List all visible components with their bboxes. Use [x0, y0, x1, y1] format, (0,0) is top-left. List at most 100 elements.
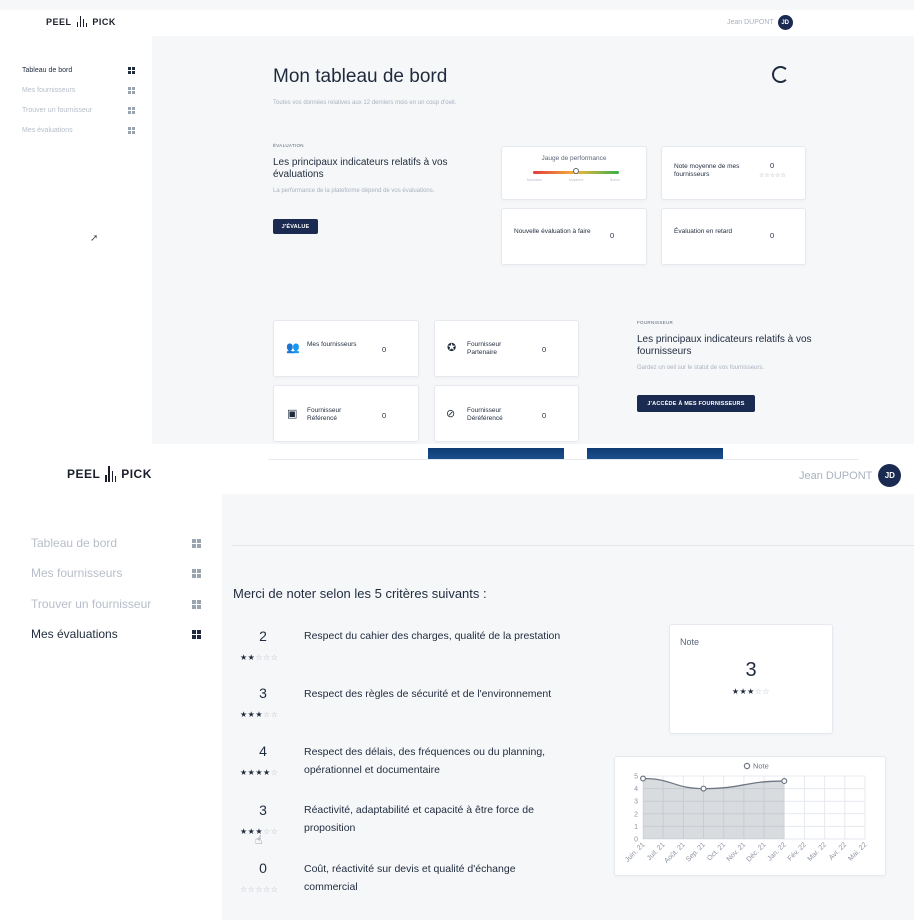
sidebar-item-mes-evaluations[interactable]: Mes évaluations: [31, 626, 201, 642]
kpi-note-moyenne[interactable]: Note moyenne de mes fournisseurs 0 ☆☆☆☆☆: [661, 146, 806, 200]
user-menu[interactable]: Jean DUPONT JD: [727, 15, 793, 30]
note-history-chart: 012345Juin. 21 Juil. 21Août. 21Sep. 21 Oct…: [624, 762, 868, 865]
criterion-text: Respect des délais, des fréquences ou du…: [304, 746, 546, 776]
kpi-label: Nouvelle évaluation à faire: [514, 228, 591, 235]
y-tick-label: 4: [634, 786, 638, 793]
dashboard-icon: [128, 126, 135, 134]
sidebar-item-tableau-de-bord[interactable]: Tableau de bord: [31, 535, 201, 551]
star-rating-input[interactable]: ★★★★☆: [240, 768, 302, 777]
access-suppliers-button[interactable]: J'ACCÈDE À MES FOURNISSEURS: [637, 395, 755, 412]
badge-icon: ✪: [447, 342, 457, 354]
gauge-scale-high: Bonne: [610, 178, 621, 182]
logo-mark-icon: [76, 16, 88, 27]
criterion-text: Coût, réactivité sur devis et qualité d'…: [304, 863, 516, 893]
note-chart-card: 0 1 2 3 4 5 Juin. 21 Juil. 21 Août. 21 Sep. 21 Oct…: [614, 756, 886, 876]
kpi-label: Note moyenne de mes fournisseurs: [674, 163, 740, 179]
x-tick-label: Fév. 22: [787, 841, 808, 862]
kpi-value: 0: [770, 231, 775, 240]
x-tick-label: Jan. 22: [766, 841, 787, 862]
dashboard-icon: [192, 629, 201, 639]
brand-logo[interactable]: PEEL PICK: [67, 466, 152, 482]
sidebar-item-mes-evaluations[interactable]: Mes évaluations: [22, 124, 135, 136]
y-tick-label: 1: [634, 824, 638, 831]
progress-bar: [428, 448, 564, 459]
criterion-score: 0: [259, 860, 267, 876]
star-rating-input[interactable]: ★★★☆☆: [240, 827, 302, 836]
supplier-card-value: 0: [382, 345, 387, 354]
y-tick-label: 2: [634, 811, 638, 818]
supplier-card-dereference[interactable]: ⊘ Fournisseur Déréférencé 0: [434, 385, 579, 442]
divider: [232, 545, 914, 546]
evaluation-screen: PEEL PICK Jean DUPONT JD Tableau de bord…: [0, 448, 914, 920]
supplier-card-reference[interactable]: ▣ Fournisseur Référencé 0: [273, 385, 419, 442]
logo-mark-icon: [105, 466, 117, 482]
evaluation-text: La performance de la plateforme dépend d…: [273, 188, 435, 194]
mouse-cursor-icon: ➚: [90, 233, 99, 244]
supplier-eyebrow: FOURNISSEUR: [637, 320, 674, 325]
evaluation-eyebrow: ÉVALUATION: [273, 143, 304, 148]
note-stars: ★★★☆☆: [731, 687, 771, 696]
data-point: [781, 778, 788, 785]
x-tick-label: Déc. 21: [745, 841, 767, 863]
page-title: Mon tableau de bord: [273, 66, 448, 87]
criterion-text: Respect du cahier des charges, qualité d…: [304, 630, 561, 642]
criterion-score: 4: [259, 743, 267, 759]
progress-bar: [587, 448, 723, 459]
sidebar-item-mes-fournisseurs[interactable]: Mes fournisseurs: [31, 565, 201, 581]
criterion-score: 2: [259, 628, 267, 644]
dashboard-icon: [128, 66, 135, 74]
supplier-card-label: Mes fournisseurs: [307, 341, 357, 348]
x-tick-label: Avr. 22: [828, 841, 848, 861]
criterion-score: 3: [259, 802, 267, 818]
supplier-card-label: Fournisseur Partenaire: [467, 341, 502, 357]
note-value: 3: [745, 659, 757, 681]
kpi-nouvelle-evaluation[interactable]: Nouvelle évaluation à faire 0: [501, 208, 647, 265]
supplier-card-value: 0: [542, 411, 547, 420]
x-tick-label: Oct. 21: [706, 841, 727, 862]
gauge-scale-mid: Moyenne: [569, 178, 584, 182]
criteria-title: Merci de noter selon les 5 critères suiv…: [233, 586, 487, 601]
loading-spinner-icon: [772, 66, 789, 83]
note-card: Note 3 ★★★☆☆: [669, 624, 833, 734]
dashboard-screen: PEEL PICK Jean DUPONT JD Tableau de bord…: [0, 0, 914, 444]
avatar: JD: [878, 464, 902, 487]
star-rating-input[interactable]: ★★★☆☆: [240, 710, 302, 719]
supplier-text: Gardez un oeil sur le statut de vos four…: [637, 365, 765, 371]
kpi-value: 0: [610, 231, 615, 240]
users-off-icon: ⊘: [446, 408, 456, 420]
dashboard-icon: [192, 599, 201, 609]
criterion-score: 3: [259, 685, 267, 701]
x-tick-label: Sep. 21: [685, 841, 707, 863]
user-name: Jean DUPONT: [799, 469, 873, 482]
supplier-card-value: 0: [382, 411, 387, 420]
criterion-text: Réactivité, adaptabilité et capacité à ê…: [304, 804, 534, 834]
sidebar: [0, 36, 152, 444]
supplier-card-mes-fournisseurs[interactable]: 👥 Mes fournisseurs 0: [273, 320, 419, 377]
x-tick-label: Nov. 21: [726, 841, 748, 863]
users-icon: 👥: [286, 342, 300, 354]
dashboard-icon: [192, 538, 201, 548]
star-rating-input[interactable]: ★★☆☆☆: [240, 653, 302, 662]
supplier-heading: Les principaux indicateurs relatifs à vo…: [637, 334, 812, 357]
gauge-title: Jauge de performance: [541, 155, 607, 162]
sidebar-item-trouver-un-fournisseur[interactable]: Trouver un fournisseur: [31, 596, 201, 612]
performance-gauge-card: Jauge de performance Mauvaise Moyenne Bo…: [501, 146, 647, 200]
user-name: Jean DUPONT: [727, 19, 774, 26]
x-tick-label: Août. 21: [663, 841, 686, 864]
user-menu[interactable]: Jean DUPONT JD: [799, 464, 902, 487]
supplier-card-value: 0: [542, 345, 547, 354]
evaluation-heading: Les principaux indicateurs relatifs à vo…: [273, 157, 448, 180]
kpi-value: 0: [770, 161, 775, 170]
gauge-scale-low: Mauvaise: [527, 178, 542, 182]
sidebar-item-tableau-de-bord[interactable]: Tableau de bord: [22, 64, 135, 76]
brand-logo[interactable]: PEEL PICK: [46, 16, 116, 27]
sidebar-item-mes-fournisseurs[interactable]: Mes fournisseurs: [22, 84, 135, 96]
kpi-evaluation-retard[interactable]: Évaluation en retard 0: [661, 208, 806, 265]
star-rating-icon: ☆☆☆☆☆: [759, 173, 786, 179]
x-tick-label: Mai. 22: [847, 841, 868, 862]
evaluate-button[interactable]: J'ÉVALUE: [273, 219, 318, 234]
x-tick-label: Juin. 21: [624, 841, 646, 863]
sidebar-item-trouver-un-fournisseur[interactable]: Trouver un fournisseur: [22, 104, 135, 116]
supplier-card-partenaire[interactable]: ✪ Fournisseur Partenaire 0: [434, 320, 579, 377]
star-rating-input[interactable]: ☆☆☆☆☆: [240, 885, 302, 894]
